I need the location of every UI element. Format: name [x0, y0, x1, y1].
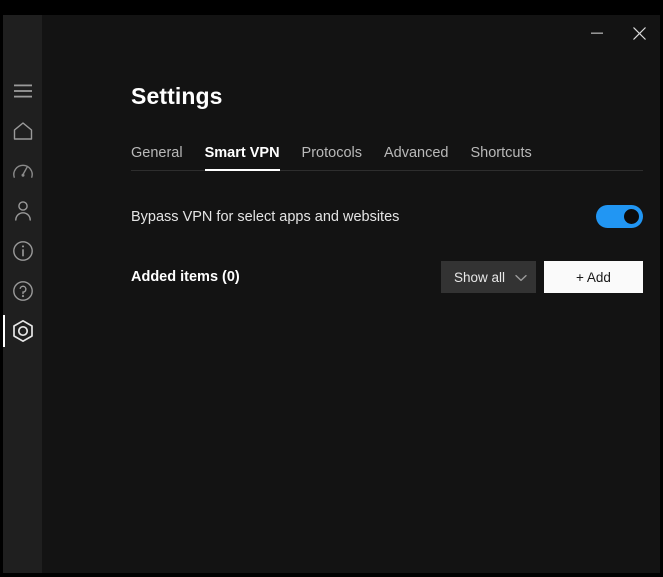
- chevron-down-icon: [515, 270, 527, 285]
- tab-general[interactable]: General: [131, 145, 183, 170]
- added-items-actions: Show all + Add: [440, 261, 643, 293]
- add-button[interactable]: + Add: [544, 261, 643, 293]
- sidebar-item-help[interactable]: [3, 271, 42, 311]
- title-bar: [42, 15, 660, 61]
- tab-smart-vpn[interactable]: Smart VPN: [204, 145, 280, 171]
- toggle-knob: [624, 209, 639, 224]
- tab-bar: General Smart VPN Protocols Advanced Sho…: [131, 141, 643, 171]
- tab-protocols[interactable]: Protocols: [302, 145, 362, 170]
- show-all-label: Show all: [453, 269, 505, 285]
- sidebar-item-home[interactable]: [3, 111, 42, 151]
- bypass-vpn-row: Bypass VPN for select apps and websites: [131, 205, 643, 228]
- sidebar-item-info[interactable]: [3, 231, 42, 271]
- content-area: Settings General Smart VPN Protocols Adv…: [42, 15, 660, 573]
- sidebar: [3, 15, 42, 573]
- close-icon: [632, 26, 647, 41]
- added-items-label: Added items (0): [131, 269, 240, 285]
- bypass-vpn-toggle[interactable]: [596, 205, 643, 228]
- person-icon: [13, 200, 33, 222]
- sidebar-item-account[interactable]: [3, 191, 42, 231]
- bypass-vpn-label: Bypass VPN for select apps and websites: [131, 208, 400, 225]
- speedometer-icon: [12, 160, 34, 182]
- tab-shortcuts[interactable]: Shortcuts: [471, 145, 532, 170]
- show-all-dropdown[interactable]: Show all: [440, 261, 536, 293]
- app-window: Settings General Smart VPN Protocols Adv…: [3, 15, 660, 573]
- home-icon: [12, 121, 34, 141]
- sidebar-item-menu[interactable]: [3, 71, 42, 111]
- tab-advanced[interactable]: Advanced: [384, 145, 449, 170]
- page-title: Settings: [131, 83, 223, 109]
- info-circle-icon: [12, 240, 34, 262]
- sidebar-item-settings[interactable]: [3, 311, 42, 351]
- minimize-icon: [590, 26, 604, 40]
- added-items-row: Added items (0) Show all + Add: [131, 261, 643, 293]
- settings-hexagon-icon: [11, 319, 35, 343]
- minimize-button[interactable]: [576, 15, 618, 51]
- help-circle-icon: [12, 280, 34, 302]
- hamburger-menu-icon: [13, 83, 33, 99]
- sidebar-item-speed-test[interactable]: [3, 151, 42, 191]
- close-button[interactable]: [618, 15, 660, 51]
